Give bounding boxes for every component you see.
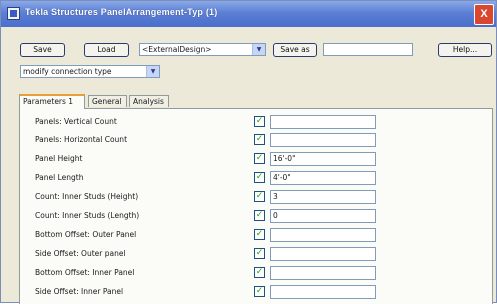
param-row-vertical-count: Panels: Vertical Count ✓	[20, 114, 494, 130]
help-button[interactable]: Help...	[438, 43, 492, 57]
tab-analysis[interactable]: Analysis	[129, 95, 169, 107]
check-icon: ✓	[255, 286, 264, 296]
param-label: Bottom Offset: Inner Panel	[35, 268, 135, 277]
param-row-horizontal-count: Panels: Horizontal Count ✓	[20, 132, 494, 148]
save-as-button[interactable]: Save as	[273, 43, 317, 57]
check-icon: ✓	[255, 267, 264, 277]
preset-select-value: <ExternalDesign>	[142, 45, 212, 54]
param-row-inner-studs-length: Count: Inner Studs (Length) ✓ 0	[20, 208, 494, 224]
param-value-input[interactable]	[270, 228, 376, 242]
dialog-window: Tekla Structures PanelArrangement-Typ (1…	[0, 0, 497, 304]
parameters-panel: Panels: Vertical Count ✓ Panels: Horizon…	[19, 108, 493, 304]
param-checkbox[interactable]: ✓	[254, 191, 265, 202]
window-title: Tekla Structures PanelArrangement-Typ (1…	[25, 7, 218, 17]
param-row-inner-studs-height: Count: Inner Studs (Height) ✓ 3	[20, 189, 494, 205]
param-label: Panel Length	[35, 173, 84, 182]
param-checkbox[interactable]: ✓	[254, 229, 265, 240]
param-label: Count: Inner Studs (Length)	[35, 211, 140, 220]
param-row-bottom-offset-inner: Bottom Offset: Inner Panel ✓	[20, 265, 494, 281]
param-value-input[interactable]	[270, 133, 376, 147]
close-button[interactable]: X	[474, 4, 494, 25]
param-label: Side Offset: Outer panel	[35, 249, 126, 258]
check-icon: ✓	[255, 191, 264, 201]
param-checkbox[interactable]: ✓	[254, 172, 265, 183]
check-icon: ✓	[255, 248, 264, 258]
param-row-bottom-offset-outer: Bottom Offset: Outer Panel ✓	[20, 227, 494, 243]
chevron-down-icon[interactable]: ▼	[252, 44, 265, 55]
check-icon: ✓	[255, 116, 264, 126]
save-as-name-input[interactable]	[323, 43, 413, 56]
param-value-input[interactable]	[270, 285, 376, 299]
check-icon: ✓	[255, 210, 264, 220]
mode-select-value: modify connection type	[23, 67, 112, 76]
param-checkbox[interactable]: ✓	[254, 267, 265, 278]
param-label: Side Offset: Inner Panel	[35, 287, 124, 296]
title-bar[interactable]: Tekla Structures PanelArrangement-Typ (1…	[1, 1, 496, 27]
check-icon: ✓	[255, 153, 264, 163]
param-checkbox[interactable]: ✓	[254, 116, 265, 127]
chevron-down-icon[interactable]: ▼	[146, 66, 159, 77]
check-icon: ✓	[255, 134, 264, 144]
param-row-side-offset-inner: Side Offset: Inner Panel ✓	[20, 284, 494, 300]
param-checkbox[interactable]: ✓	[254, 134, 265, 145]
param-value-input[interactable]: 3	[270, 190, 376, 204]
param-row-panel-height: Panel Height ✓ 16'-0"	[20, 151, 494, 167]
param-label: Panels: Vertical Count	[35, 117, 117, 126]
param-label: Bottom Offset: Outer Panel	[35, 230, 137, 239]
param-checkbox[interactable]: ✓	[254, 153, 265, 164]
save-button[interactable]: Save	[20, 43, 65, 57]
param-value-input[interactable]: 4'-0"	[270, 171, 376, 185]
load-button[interactable]: Load	[84, 43, 129, 57]
app-icon[interactable]	[7, 7, 20, 20]
param-value-input[interactable]	[270, 247, 376, 261]
param-value-input[interactable]	[270, 266, 376, 280]
param-value-input[interactable]: 16'-0"	[270, 152, 376, 166]
tab-general[interactable]: General	[88, 95, 127, 107]
param-label: Count: Inner Studs (Height)	[35, 192, 139, 201]
param-label: Panels: Horizontal Count	[35, 135, 128, 144]
param-value-input[interactable]: 0	[270, 209, 376, 223]
param-row-panel-length: Panel Length ✓ 4'-0"	[20, 170, 494, 186]
param-value-input[interactable]	[270, 115, 376, 129]
check-icon: ✓	[255, 229, 264, 239]
param-checkbox[interactable]: ✓	[254, 286, 265, 297]
param-label: Panel Height	[35, 154, 83, 163]
preset-select[interactable]: <ExternalDesign> ▼	[139, 43, 266, 56]
tab-parameters-1[interactable]: Parameters 1	[19, 94, 85, 109]
param-checkbox[interactable]: ✓	[254, 210, 265, 221]
mode-select[interactable]: modify connection type ▼	[20, 65, 160, 78]
param-checkbox[interactable]: ✓	[254, 248, 265, 259]
check-icon: ✓	[255, 172, 264, 182]
param-row-side-offset-outer: Side Offset: Outer panel ✓	[20, 246, 494, 262]
